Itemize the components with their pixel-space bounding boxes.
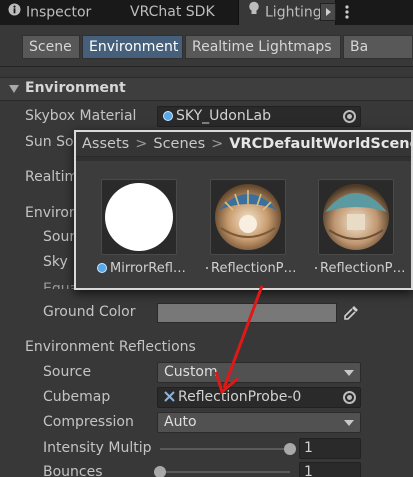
annotation-arrow-icon [214,285,264,395]
